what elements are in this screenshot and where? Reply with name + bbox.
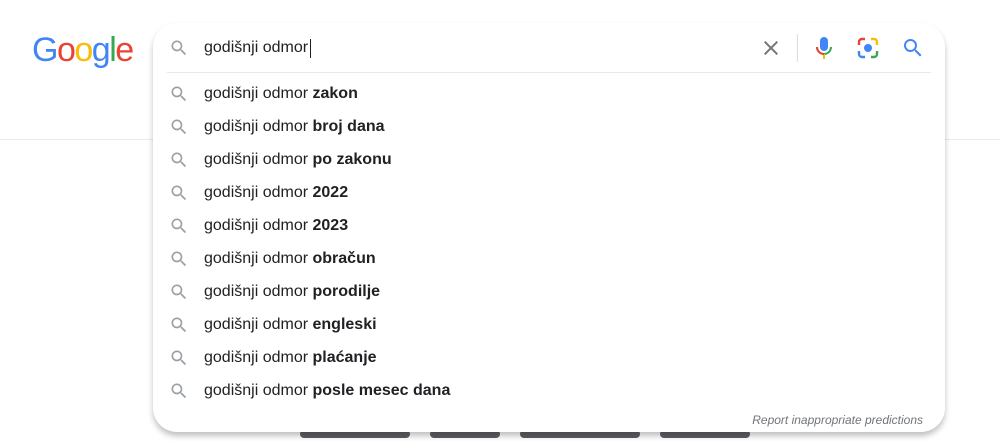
suggestion-item[interactable]: godišnji odmor posle mesec dana (153, 374, 945, 407)
suggestion-text: godišnji odmor obračun (204, 248, 376, 270)
suggestion-completion: porodilje (312, 283, 381, 300)
search-divider (167, 72, 931, 73)
clear-search-button[interactable] (759, 36, 783, 60)
suggestion-completion: broj dana (312, 118, 385, 135)
search-icon (169, 216, 189, 236)
suggestion-prefix: godišnji odmor (204, 217, 313, 234)
search-icon (169, 84, 189, 104)
suggestion-completion: plaćanje (312, 349, 377, 366)
suggestion-completion: engleski (312, 316, 377, 333)
search-icon (169, 249, 189, 269)
search-icon (904, 39, 922, 57)
suggestion-prefix: godišnji odmor (204, 382, 313, 399)
suggestion-item[interactable]: godišnji odmor 2022 (153, 176, 945, 209)
search-submit-button[interactable] (901, 36, 925, 60)
camera-lens-icon (857, 37, 879, 59)
suggestion-prefix: godišnji odmor (204, 184, 313, 201)
search-icon (169, 38, 189, 58)
suggestion-item[interactable]: godišnji odmor zakon (153, 77, 945, 110)
search-input[interactable]: godišnji odmor (204, 36, 312, 60)
search-icon (169, 315, 189, 335)
search-icon (169, 348, 189, 368)
suggestion-completion: obračun (312, 250, 376, 267)
suggestion-prefix: godišnji odmor (204, 151, 313, 168)
search-icon (169, 117, 189, 137)
suggestion-completion: 2023 (312, 217, 349, 234)
suggestion-text: godišnji odmor posle mesec dana (204, 380, 450, 402)
suggestion-text: godišnji odmor plaćanje (204, 347, 377, 369)
suggestion-item[interactable]: godišnji odmor 2023 (153, 209, 945, 242)
suggestion-completion: posle mesec dana (312, 382, 451, 399)
google-logo[interactable]: Google (32, 30, 134, 70)
suggestion-item[interactable]: godišnji odmor broj dana (153, 110, 945, 143)
logo-letter: G (32, 31, 58, 69)
suggestion-item[interactable]: godišnji odmor obračun (153, 242, 945, 275)
logo-letter: o (74, 31, 93, 69)
close-icon (764, 41, 778, 55)
search-by-image-button[interactable] (856, 36, 880, 60)
search-icon (169, 183, 189, 203)
suggestion-text: godišnji odmor 2022 (204, 182, 348, 204)
search-icon (169, 150, 189, 170)
suggestion-item[interactable]: godišnji odmor po zakonu (153, 143, 945, 176)
suggestion-completion: zakon (312, 85, 358, 102)
suggestion-prefix: godišnji odmor (204, 85, 313, 102)
suggestion-text: godišnji odmor broj dana (204, 116, 385, 138)
suggestion-item[interactable]: godišnji odmor engleski (153, 308, 945, 341)
logo-letter: e (115, 31, 134, 69)
suggestion-prefix: godišnji odmor (204, 250, 313, 267)
search-panel: godišnji odmor godišnji odmor zakon godi… (153, 23, 945, 432)
button-divider (797, 34, 798, 62)
suggestion-completion: 2022 (312, 184, 349, 201)
suggestion-list: godišnji odmor zakon godišnji odmor broj… (153, 77, 945, 407)
suggestion-prefix: godišnji odmor (204, 283, 313, 300)
suggestion-text: godišnji odmor zakon (204, 83, 358, 105)
suggestion-text: godišnji odmor po zakonu (204, 149, 392, 171)
text-caret (310, 38, 312, 58)
search-icon (169, 282, 189, 302)
suggestion-text: godišnji odmor porodilje (204, 281, 380, 303)
voice-search-button[interactable] (812, 35, 836, 61)
suggestion-text: godišnji odmor 2023 (204, 215, 348, 237)
suggestion-item[interactable]: godišnji odmor porodilje (153, 275, 945, 308)
suggestion-text: godišnji odmor engleski (204, 314, 377, 336)
search-icon (169, 381, 189, 401)
suggestion-completion: po zakonu (312, 151, 392, 168)
microphone-icon (816, 37, 832, 59)
search-query-text: godišnji odmor (204, 39, 309, 56)
suggestion-item[interactable]: godišnji odmor plaćanje (153, 341, 945, 374)
report-predictions-link[interactable]: Report inappropriate predictions (752, 412, 923, 428)
search-box[interactable]: godišnji odmor (153, 23, 945, 73)
logo-letter: o (56, 31, 76, 69)
suggestion-prefix: godišnji odmor (204, 316, 313, 333)
suggestion-prefix: godišnji odmor (204, 349, 313, 366)
suggestion-prefix: godišnji odmor (204, 118, 313, 135)
logo-letter: g (91, 31, 111, 69)
